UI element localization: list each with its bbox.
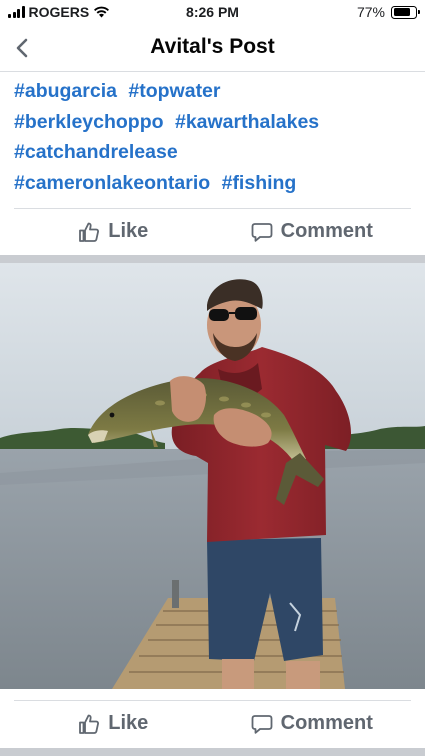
- hashtag-line: #cameronlakeontario #fishing: [14, 168, 414, 199]
- comment-label: Comment: [280, 220, 373, 242]
- hashtag-link[interactable]: #topwater: [128, 80, 220, 102]
- like-label: Like: [108, 712, 149, 734]
- hashtag-line: #abugarcia #topwater: [14, 76, 414, 107]
- battery-percent: 77%: [356, 4, 385, 20]
- page-title: Avital's Post: [150, 35, 275, 58]
- speech-bubble-icon: [251, 222, 273, 242]
- hashtag-link[interactable]: #catchandrelease: [14, 141, 178, 163]
- post-action-bar: Like Comment: [14, 700, 411, 746]
- post-photo[interactable]: [0, 263, 425, 689]
- hashtag-line: #catchandrelease: [14, 137, 414, 168]
- status-bar: ROGERS 8:26 PM 77%: [0, 0, 425, 24]
- post-hashtags: #abugarcia #topwater #berkleychoppo #kaw…: [14, 76, 414, 198]
- like-button[interactable]: Like: [14, 209, 213, 254]
- thumbs-up-icon: [79, 222, 100, 242]
- section-divider: [0, 748, 425, 756]
- comment-label: Comment: [280, 712, 373, 734]
- hashtag-link[interactable]: #fishing: [222, 172, 297, 194]
- post-action-bar: Like Comment: [14, 208, 411, 254]
- battery-icon: [391, 5, 420, 19]
- nav-bar: Avital's Post: [0, 24, 425, 72]
- hashtag-link[interactable]: #berkleychoppo: [14, 111, 164, 133]
- thumbs-up-icon: [79, 714, 100, 734]
- comment-button[interactable]: Comment: [213, 701, 412, 746]
- hashtag-link[interactable]: #cameronlakeontario: [14, 172, 210, 194]
- battery-level: [393, 8, 410, 16]
- pike-catch-photo: [0, 263, 425, 689]
- speech-bubble-icon: [251, 714, 273, 734]
- status-right: 77%: [356, 4, 420, 20]
- hashtag-link[interactable]: #abugarcia: [14, 80, 117, 102]
- comment-button[interactable]: Comment: [213, 209, 412, 254]
- section-divider: [0, 255, 425, 263]
- hashtag-line: #berkleychoppo #kawarthalakes: [14, 107, 414, 138]
- like-button[interactable]: Like: [14, 701, 213, 746]
- hashtag-link[interactable]: #kawarthalakes: [175, 111, 319, 133]
- like-label: Like: [108, 220, 149, 242]
